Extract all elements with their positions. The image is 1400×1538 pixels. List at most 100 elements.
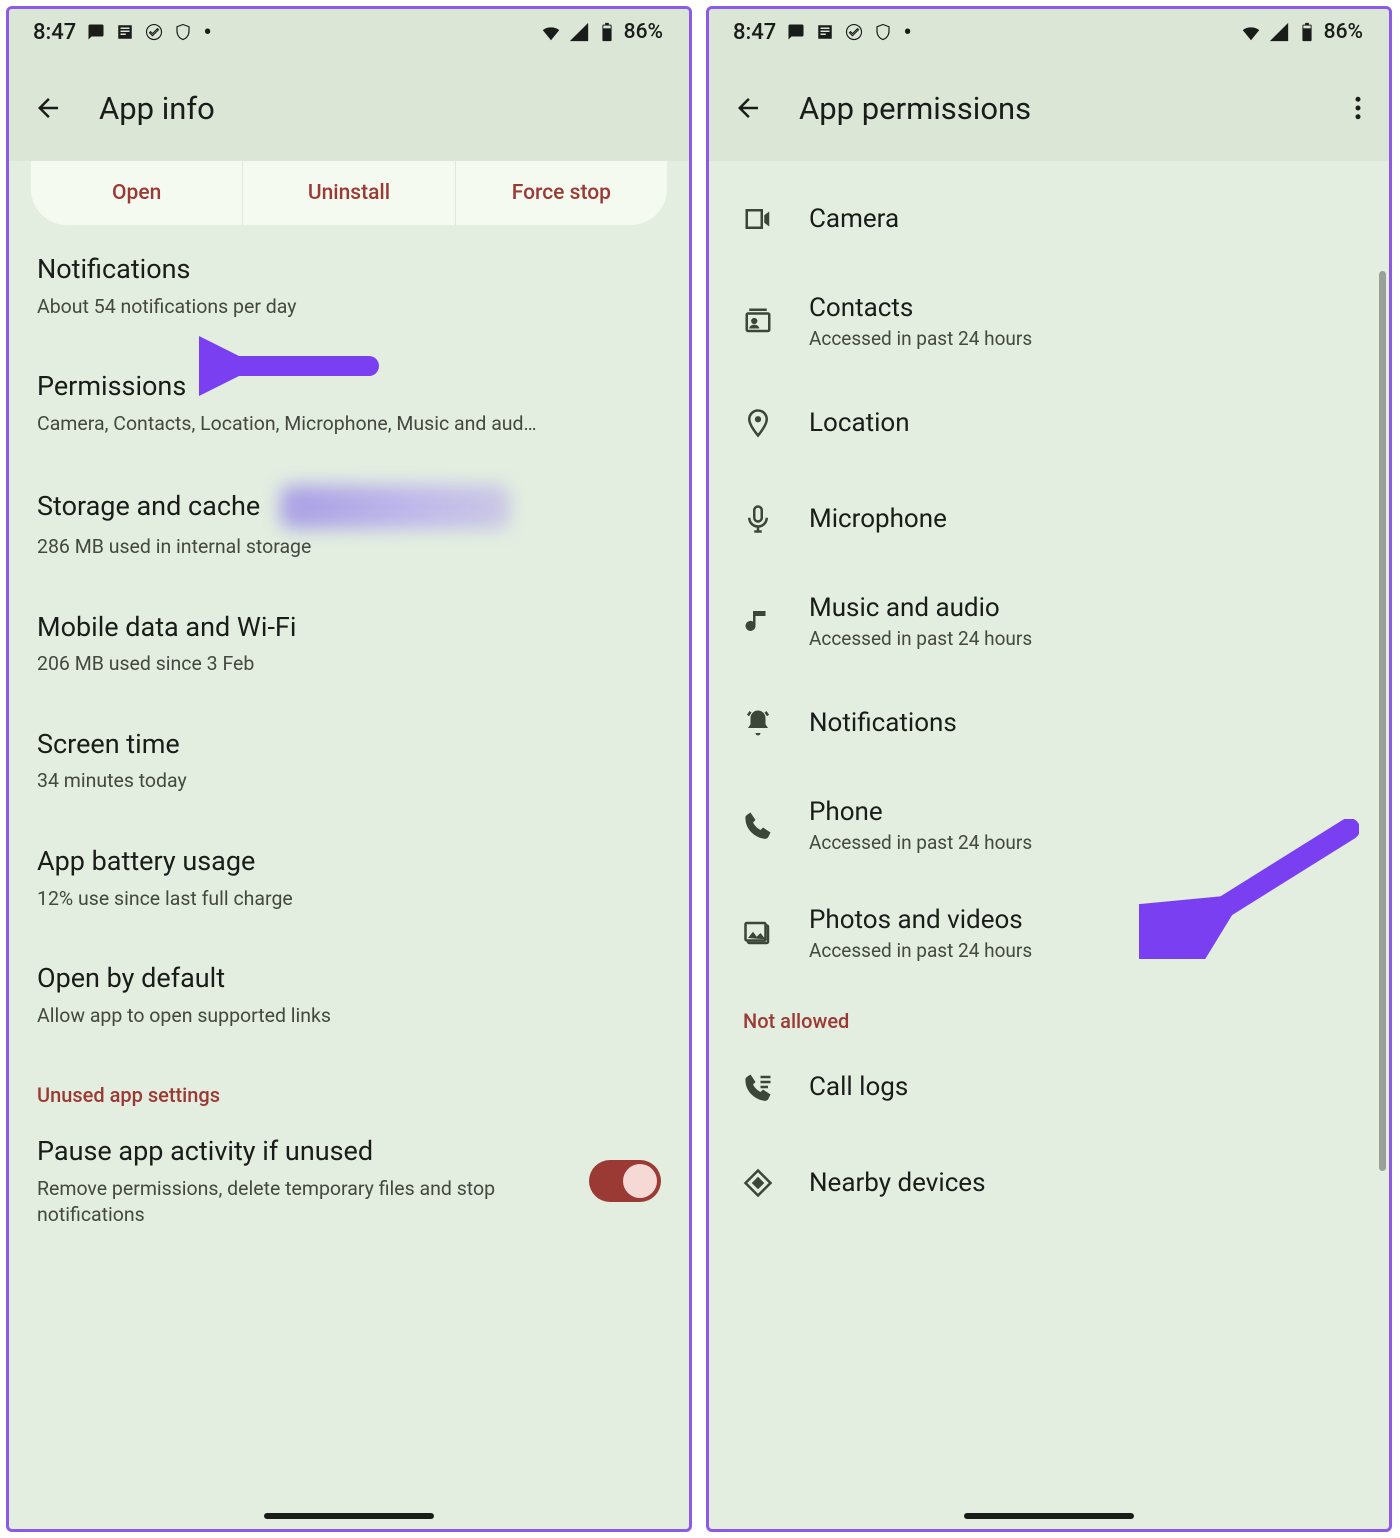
scrollbar[interactable]: [1379, 271, 1386, 1171]
open-by-default-item[interactable]: Open by default Allow app to open suppor…: [9, 936, 689, 1053]
perm-title: Photos and videos: [809, 905, 1355, 935]
perm-subtitle: Accessed in past 24 hours: [809, 627, 1355, 650]
perm-title: Phone: [809, 797, 1355, 827]
permissions-item[interactable]: Permissions Camera, Contacts, Location, …: [9, 344, 689, 461]
perm-title: Music and audio: [809, 593, 1355, 623]
article-icon: [116, 23, 134, 41]
status-bar: 8:47 • 86%: [9, 9, 689, 55]
permission-location[interactable]: Location: [709, 375, 1389, 471]
content: Camera Contacts Accessed in past 24 hour…: [709, 161, 1389, 1529]
content: Open Uninstall Force stop Notifications …: [9, 161, 689, 1529]
item-title: Permissions: [37, 368, 661, 406]
item-subtitle: Allow app to open supported links: [37, 1003, 661, 1029]
notifications-item[interactable]: Notifications About 54 notifications per…: [9, 227, 689, 344]
section-header-unused: Unused app settings: [9, 1053, 689, 1115]
perm-title: Call logs: [809, 1072, 1355, 1102]
status-battery: 86%: [624, 20, 663, 44]
storage-item[interactable]: Storage and cache 286 MB used in interna…: [9, 461, 689, 584]
perm-title: Microphone: [809, 504, 1355, 534]
item-subtitle: 12% use since last full charge: [37, 886, 661, 912]
pause-activity-toggle[interactable]: [589, 1160, 661, 1202]
screen-time-item[interactable]: Screen time 34 minutes today: [9, 702, 689, 819]
permission-microphone[interactable]: Microphone: [709, 471, 1389, 567]
item-subtitle: Remove permissions, delete temporary fil…: [37, 1176, 571, 1229]
perm-subtitle: Accessed in past 24 hours: [809, 939, 1355, 962]
uninstall-button[interactable]: Uninstall: [243, 161, 455, 225]
item-subtitle: 286 MB used in internal storage: [37, 534, 661, 560]
nav-handle[interactable]: [264, 1513, 434, 1519]
bell-icon: [743, 708, 773, 738]
item-subtitle: 206 MB used since 3 Feb: [37, 651, 661, 677]
perm-title: Location: [809, 408, 1355, 438]
open-button[interactable]: Open: [31, 161, 243, 225]
photo-icon: [743, 918, 773, 948]
shield-icon: [174, 23, 192, 41]
perm-title: Notifications: [809, 708, 1355, 738]
camera-icon: [743, 204, 773, 234]
wifi-icon: [1240, 21, 1262, 43]
wifi-icon: [540, 21, 562, 43]
pause-activity-item[interactable]: Pause app activity if unused Remove perm…: [9, 1115, 689, 1252]
item-title: Notifications: [37, 251, 661, 289]
item-title: Pause app activity if unused: [37, 1133, 571, 1171]
phone-icon: [743, 810, 773, 840]
app-bar: App info: [9, 55, 689, 161]
back-icon[interactable]: [33, 93, 63, 123]
app-bar: App permissions: [709, 55, 1389, 161]
action-row: Open Uninstall Force stop: [31, 161, 667, 225]
permission-nearby[interactable]: Nearby devices: [709, 1135, 1389, 1231]
page-title: App info: [99, 90, 215, 127]
page-title: App permissions: [799, 90, 1031, 127]
item-title: Storage and cache: [37, 488, 260, 526]
article-icon: [816, 23, 834, 41]
shield-icon: [874, 23, 892, 41]
item-subtitle: 34 minutes today: [37, 768, 661, 794]
perm-title: Camera: [809, 204, 1355, 234]
battery-icon: [1296, 21, 1318, 43]
contacts-icon: [743, 306, 773, 336]
perm-title: Contacts: [809, 293, 1355, 323]
phone-app-permissions: 8:47 • 86% App permissions Camera Contac…: [706, 6, 1392, 1532]
item-title: Mobile data and Wi-Fi: [37, 609, 661, 647]
cloud-check-icon: [845, 23, 863, 41]
item-subtitle: Camera, Contacts, Location, Microphone, …: [37, 411, 661, 437]
item-title: App battery usage: [37, 843, 661, 881]
permission-music[interactable]: Music and audio Accessed in past 24 hour…: [709, 567, 1389, 675]
permission-contacts[interactable]: Contacts Accessed in past 24 hours: [709, 267, 1389, 375]
location-icon: [743, 408, 773, 438]
permission-phone[interactable]: Phone Accessed in past 24 hours: [709, 771, 1389, 879]
signal-icon: [1268, 21, 1290, 43]
item-subtitle: About 54 notifications per day: [37, 294, 661, 320]
perm-subtitle: Accessed in past 24 hours: [809, 831, 1355, 854]
perm-subtitle: Accessed in past 24 hours: [809, 327, 1355, 350]
item-title: Screen time: [37, 726, 661, 764]
mobile-data-item[interactable]: Mobile data and Wi-Fi 206 MB used since …: [9, 585, 689, 702]
signal-icon: [568, 21, 590, 43]
battery-usage-item[interactable]: App battery usage 12% use since last ful…: [9, 819, 689, 936]
item-title: Open by default: [37, 960, 661, 998]
permission-photos[interactable]: Photos and videos Accessed in past 24 ho…: [709, 879, 1389, 987]
nearby-icon: [743, 1168, 773, 1198]
status-time: 8:47: [33, 20, 76, 45]
phone-app-info: 8:47 • 86% App info Open Uninstall Force…: [6, 6, 692, 1532]
force-stop-button[interactable]: Force stop: [456, 161, 667, 225]
status-time: 8:47: [733, 20, 776, 45]
permission-notifications[interactable]: Notifications: [709, 675, 1389, 771]
back-icon[interactable]: [733, 93, 763, 123]
more-options-icon[interactable]: [1343, 93, 1373, 123]
section-header-not-allowed: Not allowed: [709, 987, 1389, 1039]
nav-handle[interactable]: [964, 1513, 1134, 1519]
music-note-icon: [743, 606, 773, 636]
status-battery: 86%: [1324, 20, 1363, 44]
call-log-icon: [743, 1072, 773, 1102]
redacted-area: [280, 485, 510, 529]
perm-title: Nearby devices: [809, 1168, 1355, 1198]
permission-camera[interactable]: Camera: [709, 171, 1389, 267]
cloud-check-icon: [145, 23, 163, 41]
permission-call-logs[interactable]: Call logs: [709, 1039, 1389, 1135]
chat-bubble-icon: [87, 23, 105, 41]
microphone-icon: [743, 504, 773, 534]
battery-icon: [596, 21, 618, 43]
chat-bubble-icon: [787, 23, 805, 41]
status-bar: 8:47 • 86%: [709, 9, 1389, 55]
